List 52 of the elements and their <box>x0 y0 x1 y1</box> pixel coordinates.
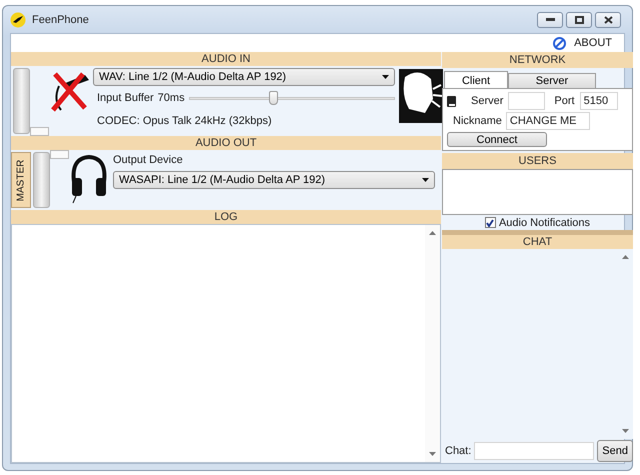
scroll-up-icon[interactable] <box>429 231 436 235</box>
nickname-field[interactable]: CHANGE ME <box>506 112 590 130</box>
section-header: AUDIO OUT <box>11 136 441 150</box>
master-tab[interactable]: MASTER <box>11 152 31 208</box>
close-icon <box>604 16 612 24</box>
server-field[interactable] <box>508 92 546 110</box>
maximize-icon <box>574 16 584 24</box>
scrollbar[interactable] <box>425 225 440 462</box>
chat-label: Chat: <box>445 445 472 457</box>
port-field[interactable]: 5150 <box>580 92 618 110</box>
section-header: USERS <box>442 153 633 169</box>
chat-input[interactable] <box>474 442 594 460</box>
section-header: LOG <box>11 210 441 224</box>
close-button[interactable] <box>595 12 621 28</box>
network-tab[interactable]: Server <box>508 73 596 89</box>
scroll-down-icon[interactable] <box>429 452 436 456</box>
fader-thumb[interactable] <box>50 150 69 159</box>
section-header: CHAT <box>442 230 633 249</box>
about-menu-item[interactable]: ABOUT <box>574 37 612 49</box>
connect-button[interactable]: Connect <box>447 132 547 147</box>
input-buffer-value: 70ms <box>158 92 185 104</box>
minimize-icon <box>546 18 554 21</box>
send-button[interactable]: Send <box>597 440 633 462</box>
nickname-label: Nickname <box>453 115 502 127</box>
section-header: AUDIO IN <box>11 52 441 66</box>
volume-fader[interactable] <box>31 150 69 210</box>
book-icon[interactable] <box>447 96 456 106</box>
scroll-down-icon[interactable] <box>622 429 629 433</box>
audio-notifications-checkbox[interactable]: Audio Notifications <box>442 215 633 230</box>
scroll-up-icon[interactable] <box>622 255 629 259</box>
port-label: Port <box>554 95 575 107</box>
window-title: FeenPhone <box>32 14 90 26</box>
output-device-label: Output Device <box>113 154 184 166</box>
app-icon <box>10 12 26 28</box>
codec-text: CODEC: Opus Talk 24kHz (32kbps) <box>96 115 273 127</box>
caret-icon <box>422 178 429 182</box>
maximize-button[interactable] <box>566 12 592 28</box>
network-tab[interactable]: Client <box>444 71 508 89</box>
section-header: NETWORK <box>442 52 633 68</box>
about-icon[interactable] <box>553 36 566 50</box>
server-label: Server <box>471 95 504 107</box>
fader-thumb[interactable] <box>30 127 49 136</box>
output-device-dropdown[interactable]: WASAPI: Line 1/2 (M-Audio Delta AP 192) <box>113 171 435 189</box>
microphone-icon[interactable] <box>49 70 91 112</box>
input-buffer-label: Input Buffer <box>97 92 154 104</box>
slider-thumb[interactable] <box>269 91 278 105</box>
minimize-button[interactable] <box>537 12 563 28</box>
checkbox[interactable] <box>484 217 496 228</box>
caret-icon <box>382 75 389 79</box>
input-device-dropdown[interactable]: WAV: Line 1/2 (M-Audio Delta AP 192) <box>93 68 395 86</box>
input-buffer-slider[interactable] <box>188 91 395 105</box>
headphones-icon <box>69 154 109 204</box>
